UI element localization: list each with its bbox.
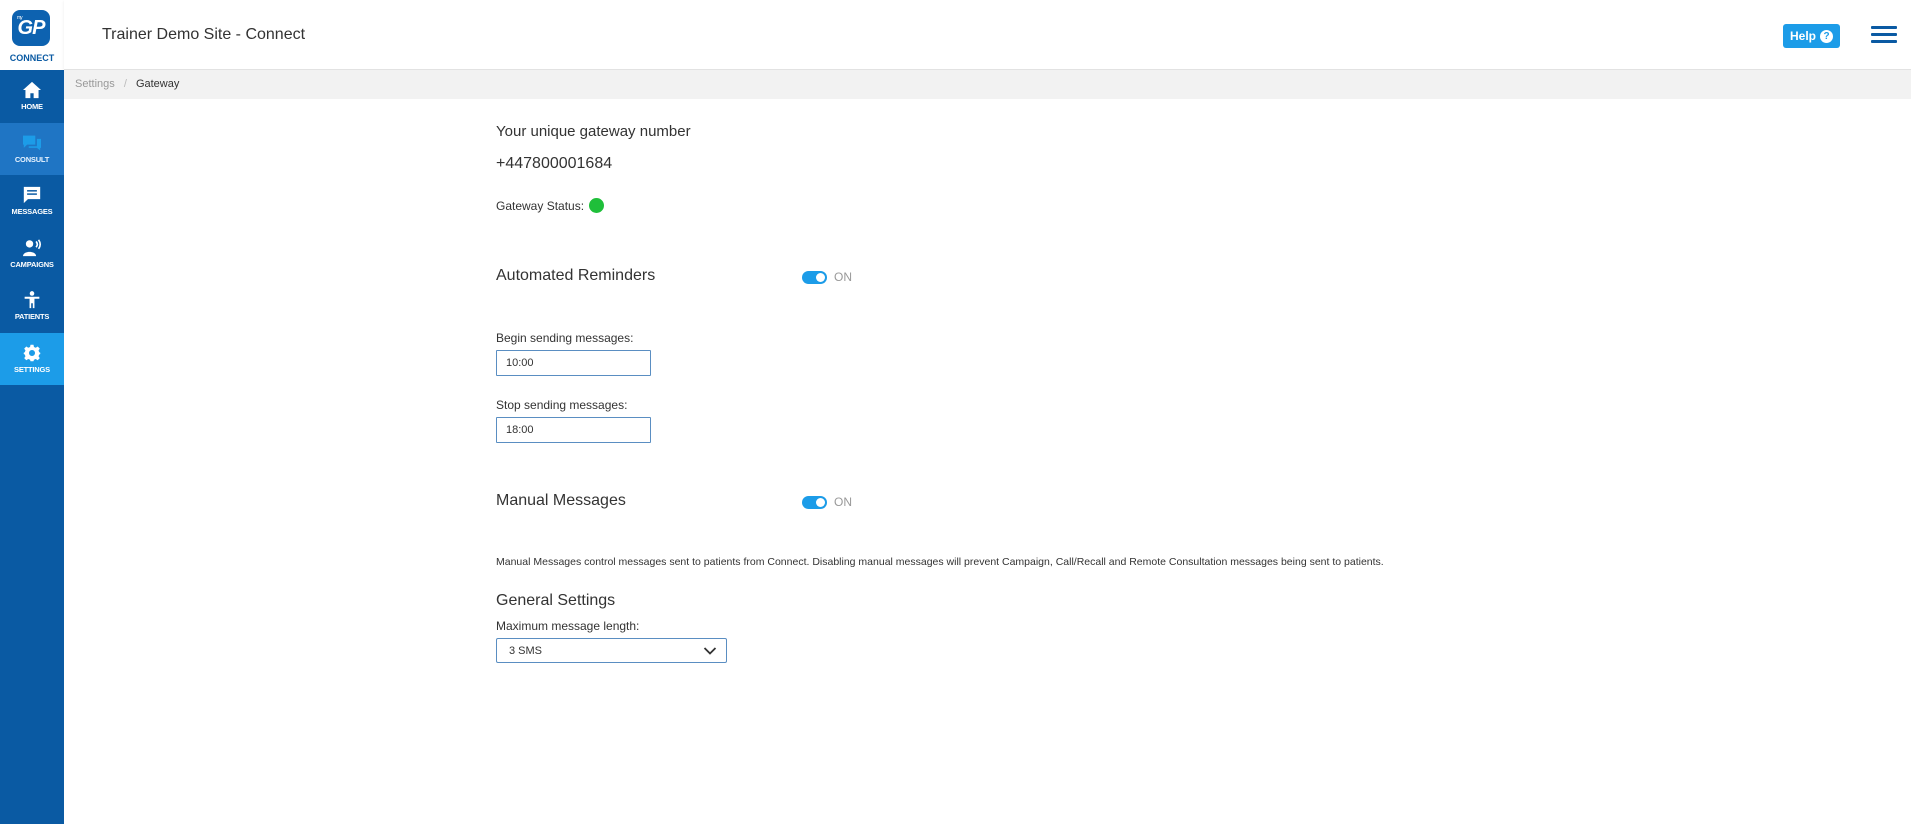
gateway-number: +447800001684 [496, 155, 613, 172]
gear-icon [23, 344, 41, 361]
automated-reminders-title: Automated Reminders [496, 267, 656, 284]
top-header: Trainer Demo Site - Connect Help ? [64, 0, 1911, 70]
logo-label: CONNECT [9, 53, 55, 63]
general-settings-title: General Settings [496, 592, 616, 609]
manual-messages-toggle-group: ON [802, 495, 852, 509]
toggle-state-label: ON [834, 495, 852, 509]
app-logo: my GP [12, 10, 50, 46]
hamburger-menu-icon[interactable] [1871, 26, 1897, 44]
campaign-icon [23, 239, 41, 256]
begin-sending-label: Begin sending messages: [496, 331, 634, 345]
breadcrumb-settings-link[interactable]: Settings [75, 78, 115, 90]
toggle-state-label: ON [834, 270, 852, 284]
sidebar-item-label: PATIENTS [14, 312, 50, 322]
chat-bubbles-icon [23, 135, 41, 151]
max-message-length-label: Maximum message length: [496, 619, 640, 633]
sidebar-item-consult[interactable]: CONSULT [0, 122, 64, 175]
sidebar-item-label: SETTINGS [14, 364, 50, 374]
automated-reminders-toggle[interactable] [802, 270, 827, 284]
sidebar-item-label: CONSULT [14, 154, 50, 164]
gateway-status: Gateway Status: [496, 198, 605, 213]
home-icon [23, 82, 41, 99]
sidebar-item-label: CAMPAIGNS [10, 259, 54, 269]
help-button[interactable]: Help ? [1783, 24, 1840, 48]
sidebar-item-campaigns[interactable]: CAMPAIGNS [0, 228, 64, 281]
sidebar-item-patients[interactable]: PATIENTS [0, 280, 64, 333]
breadcrumb-separator: / [123, 78, 127, 90]
stop-sending-label: Stop sending messages: [496, 398, 628, 412]
stop-sending-input[interactable] [496, 417, 651, 443]
sidebar-item-home[interactable]: HOME [0, 70, 64, 123]
person-icon [24, 291, 40, 309]
logo-area[interactable]: my GP CONNECT [0, 0, 64, 70]
help-label: Help [1789, 29, 1816, 43]
sidebar-item-label: HOME [21, 102, 43, 112]
breadcrumb: Settings / Gateway [64, 70, 1911, 99]
max-message-length-select[interactable]: 3 SMS [496, 638, 727, 663]
message-icon [23, 187, 41, 204]
sidebar-item-settings[interactable]: SETTINGS [0, 332, 64, 385]
question-icon: ? [1820, 29, 1833, 43]
site-title: Trainer Demo Site - Connect [102, 26, 306, 43]
automated-reminders-toggle-group: ON [802, 270, 852, 284]
sidebar-item-messages[interactable]: MESSAGES [0, 175, 64, 228]
sidebar: my GP CONNECT HOME CONSULT MESSAGES CAMPA… [0, 0, 64, 824]
begin-sending-input[interactable] [496, 350, 651, 376]
manual-messages-title: Manual Messages [496, 492, 626, 509]
gateway-number-heading: Your unique gateway number [496, 123, 691, 140]
select-value: 3 SMS [509, 644, 543, 657]
manual-messages-description: Manual Messages control messages sent to… [496, 556, 1384, 568]
breadcrumb-current: Gateway [135, 78, 180, 90]
sidebar-item-label: MESSAGES [11, 207, 53, 217]
chevron-down-icon [703, 646, 717, 655]
sidebar-nav: HOME CONSULT MESSAGES CAMPAIGNS PATIENTS… [0, 70, 64, 385]
manual-messages-toggle[interactable] [802, 495, 827, 509]
gateway-status-label: Gateway Status: [496, 198, 585, 213]
status-indicator-icon [589, 198, 605, 213]
